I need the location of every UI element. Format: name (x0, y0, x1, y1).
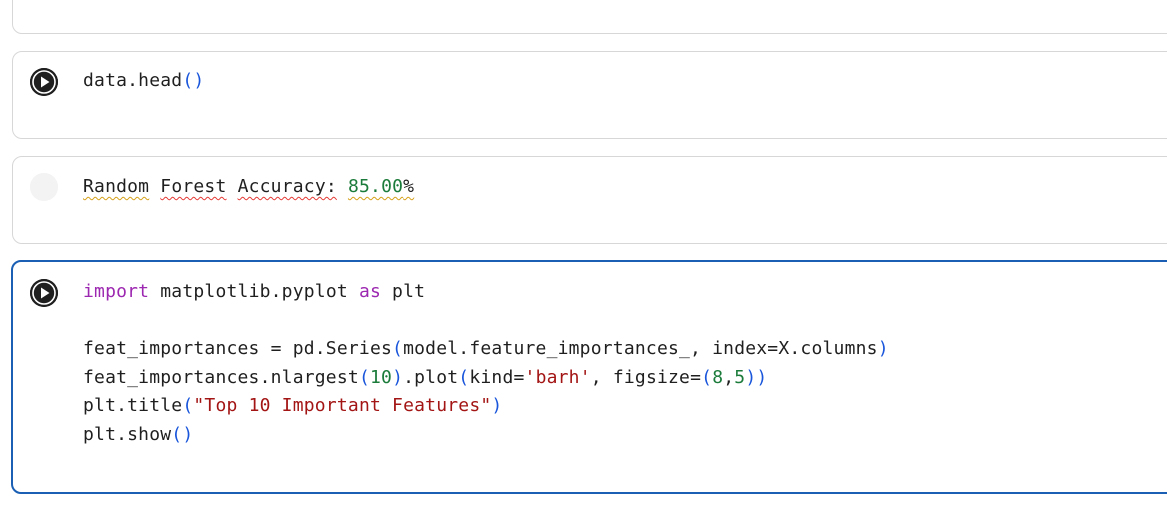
code-token: .plot (403, 366, 459, 388)
code-token: matplotlib.pyplot (149, 281, 359, 302)
code-line: import matplotlib.pyplot as plt (83, 278, 889, 307)
output-word: Forest (160, 176, 227, 197)
code-token: 'barh' (524, 366, 591, 388)
code-token: plt (381, 281, 426, 302)
code-token: data.head (83, 70, 183, 91)
code-line: plt.title("Top 10 Important Features") (83, 392, 889, 421)
code-token: model.feature_importances_, index=X.colu… (403, 338, 878, 359)
run-cell-button[interactable] (30, 173, 58, 201)
code-cell-data-head[interactable]: data.head() (12, 51, 1167, 139)
code-token: ) (392, 366, 404, 388)
code-token: ) (756, 366, 768, 388)
code-token: ( (358, 366, 370, 388)
code-editor[interactable]: data.head() (83, 67, 204, 96)
code-token: plt.show (83, 423, 172, 445)
code-line: plt.show() (83, 421, 889, 450)
play-icon (30, 68, 58, 96)
code-token: plt.title (83, 395, 183, 416)
code-token: ( (171, 423, 183, 445)
code-token: ) (877, 338, 889, 359)
code-token: ( (392, 338, 404, 359)
code-token: feat_importances.nlargest (83, 366, 359, 388)
play-icon (30, 279, 58, 307)
code-token: kind= (469, 366, 525, 388)
code-token: ) (182, 423, 194, 445)
code-token: as (358, 281, 382, 302)
code-editor[interactable]: import matplotlib.pyplot as plt​feat_imp… (83, 278, 889, 449)
play-icon (30, 173, 58, 201)
code-token: ) (193, 70, 205, 91)
code-token: ( (182, 70, 194, 91)
output-word: Accuracy: (237, 176, 337, 197)
code-token: ) (491, 395, 503, 416)
code-line: ​ (83, 307, 889, 336)
code-line: feat_importances.nlargest(10).plot(kind=… (83, 364, 889, 393)
notebook: data.head() Random Forest Accuracy: 85.0… (0, 0, 1167, 521)
accuracy-value: 85.00 (347, 176, 404, 197)
code-line: feat_importances = pd.Series(model.featu… (83, 335, 889, 364)
percent-sign: % (403, 176, 415, 197)
cell-output-text: Random Forest Accuracy: 85.00% (83, 173, 414, 202)
code-token: ( (701, 366, 713, 388)
code-token: 10 (369, 366, 393, 388)
code-token: , (723, 366, 735, 388)
code-token: ) (745, 366, 757, 388)
output-word: Random (83, 176, 150, 197)
code-token: , figsize= (590, 366, 702, 388)
run-cell-button[interactable] (30, 68, 58, 96)
code-token: "Top 10 Important Features" (193, 395, 492, 416)
output-cell: Random Forest Accuracy: 85.00% (12, 156, 1167, 244)
run-cell-button[interactable] (30, 279, 58, 307)
code-token: import (83, 281, 150, 302)
code-token: 5 (734, 366, 746, 388)
code-token: feat_importances = pd.Series (83, 338, 393, 359)
code-token: ( (182, 395, 194, 416)
code-cell-previous[interactable] (12, 0, 1167, 34)
code-token: 8 (712, 366, 724, 388)
code-cell-plot[interactable]: import matplotlib.pyplot as plt​feat_imp… (11, 260, 1167, 494)
code-token: ( (458, 366, 470, 388)
